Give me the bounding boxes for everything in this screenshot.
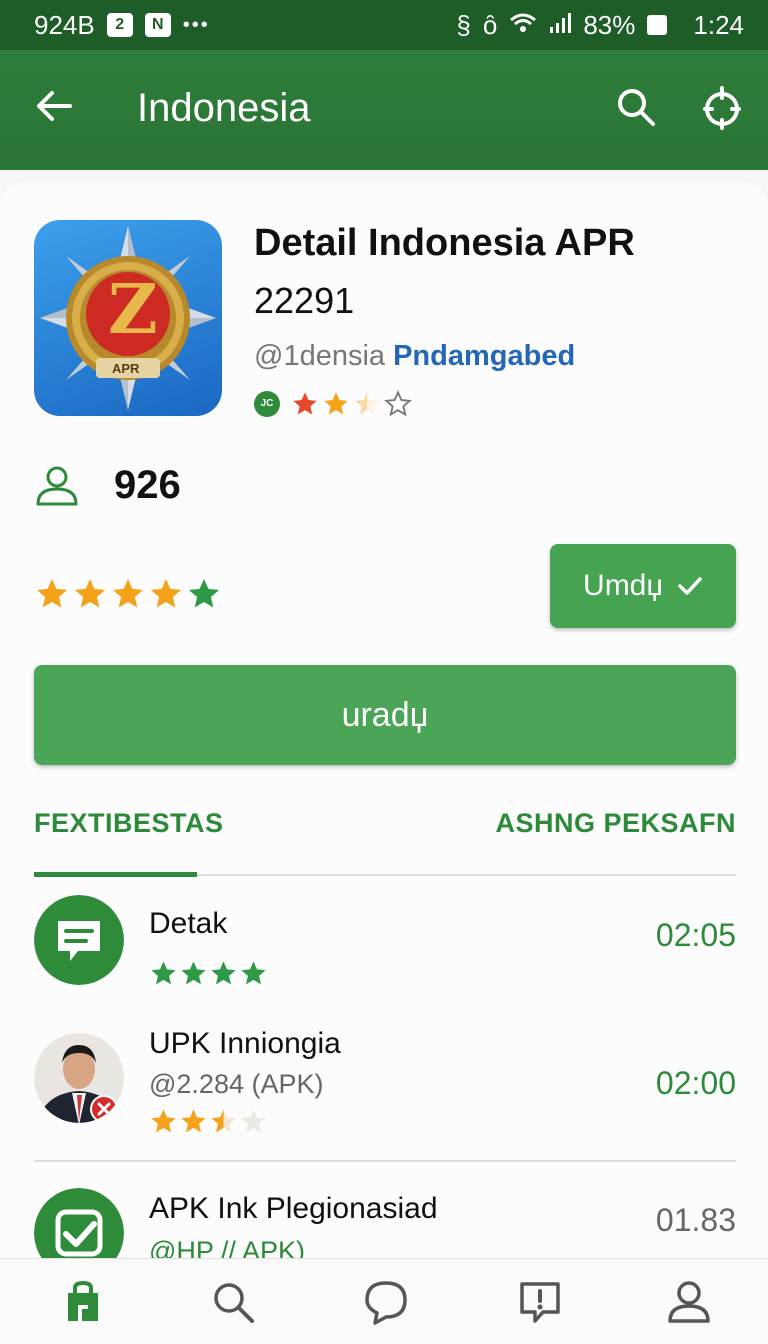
- app-rating: JC: [254, 390, 412, 418]
- star-empty-icon: [241, 1109, 266, 1133]
- more-notifications-icon: •••: [182, 13, 210, 36]
- primary-action-label: uradџ: [341, 695, 429, 734]
- bottom-nav: [0, 1258, 768, 1344]
- check-icon: [34, 1188, 124, 1258]
- star-icon: [37, 579, 67, 608]
- star-icon: [151, 579, 181, 608]
- wifi-icon: [509, 10, 537, 41]
- app-icon-symbol: Z: [108, 270, 158, 350]
- list-item-stars: [149, 1107, 268, 1136]
- list-item-time: 02:05: [655, 917, 736, 953]
- star-icon: [113, 579, 143, 608]
- checkmark-icon: [678, 577, 702, 595]
- list-item-time: 02:00: [655, 1065, 736, 1101]
- app-icon: Z APR: [34, 220, 222, 416]
- status-left-text: 924B: [34, 9, 95, 40]
- primary-action-button[interactable]: uradџ: [34, 665, 736, 765]
- clock: 1:24: [693, 9, 744, 40]
- secondary-action-label: Umdџ: [583, 569, 663, 602]
- star-icon: [151, 961, 176, 985]
- developer-handle: @1densia: [254, 340, 386, 372]
- arrow-back-icon[interactable]: [34, 86, 74, 126]
- search-icon[interactable]: [210, 1279, 256, 1325]
- nfc-icon: §: [456, 9, 471, 40]
- star-icon: [189, 579, 219, 608]
- list-item[interactable]: Detak 02:05: [34, 895, 736, 1005]
- battery-icon: [647, 15, 668, 35]
- overall-rating-stars: [34, 576, 222, 612]
- tab-ashng-peksafn[interactable]: ASHNG PEKSAFN: [495, 808, 736, 839]
- secondary-action-button[interactable]: Umdџ: [550, 544, 736, 628]
- list-item[interactable]: UPK Inniongia @2.284 (APK) 02:00: [34, 1027, 736, 1148]
- star-icon: [211, 961, 236, 985]
- status-bar: 924B 2 N ••• § ȏ 83% 1:24: [0, 0, 768, 50]
- chat-bubble-icon: [34, 895, 124, 985]
- star-icon: [75, 579, 105, 608]
- list-item[interactable]: APK Ink Plegionasiad @HP // APK) 01.83: [34, 1188, 736, 1258]
- list-item-name: UPK Inniongia: [149, 1027, 341, 1060]
- home-icon[interactable]: [60, 1279, 106, 1325]
- person-avatar: [34, 1033, 124, 1123]
- user-stat: 926: [34, 462, 181, 508]
- jc-badge-icon: JC: [254, 391, 280, 417]
- tab-bar: FEXTIBESTAS ASHNG PEKSAFN: [34, 804, 736, 877]
- battery-percent: 83%: [583, 9, 636, 40]
- list-item-time: 01.83: [655, 1202, 736, 1238]
- feedback-icon[interactable]: [517, 1279, 563, 1325]
- list-item-stars: [149, 959, 268, 988]
- app-title: Detail Indonesia APR: [254, 222, 635, 264]
- star-icon: [241, 961, 266, 985]
- search-icon[interactable]: [615, 86, 657, 128]
- alarm-icon: ȏ: [482, 9, 498, 40]
- star-half-icon: [355, 392, 379, 415]
- star-icon: [293, 392, 317, 415]
- users-count: 926: [114, 462, 181, 507]
- app-code: 22291: [254, 280, 355, 321]
- star-half-icon: [211, 1109, 236, 1133]
- app-bar: Indonesia: [0, 50, 768, 170]
- page-title: Indonesia: [137, 86, 311, 130]
- star-icon: [181, 1109, 206, 1133]
- list-divider: [34, 1160, 736, 1162]
- compass-icon[interactable]: [700, 86, 744, 130]
- star-outline-icon: [384, 390, 412, 417]
- active-tab-indicator: [34, 872, 197, 877]
- star-icon: [324, 392, 348, 415]
- app-icon-text: APR: [112, 361, 140, 376]
- developer-line: @1densia Pndamgabed: [254, 340, 575, 373]
- tab-fextibestas[interactable]: FEXTIBESTAS: [34, 808, 224, 839]
- notification-icon-b: N: [144, 13, 171, 37]
- list-item-name: APK Ink Plegionasiad: [149, 1192, 438, 1225]
- user-icon: [36, 466, 78, 506]
- chat-icon[interactable]: [363, 1279, 409, 1325]
- star-icon: [151, 1109, 176, 1133]
- list-item-name: Detak: [149, 907, 228, 940]
- signal-icon: [549, 10, 572, 41]
- list-item-sub: @HP // APK): [149, 1236, 305, 1258]
- list-item-sub: @2.284 (APK): [149, 1069, 324, 1099]
- notification-icon-a: 2: [106, 13, 133, 37]
- developer-name-link[interactable]: Pndamgabed: [393, 340, 575, 372]
- profile-icon[interactable]: [666, 1279, 712, 1325]
- star-icon: [181, 961, 206, 985]
